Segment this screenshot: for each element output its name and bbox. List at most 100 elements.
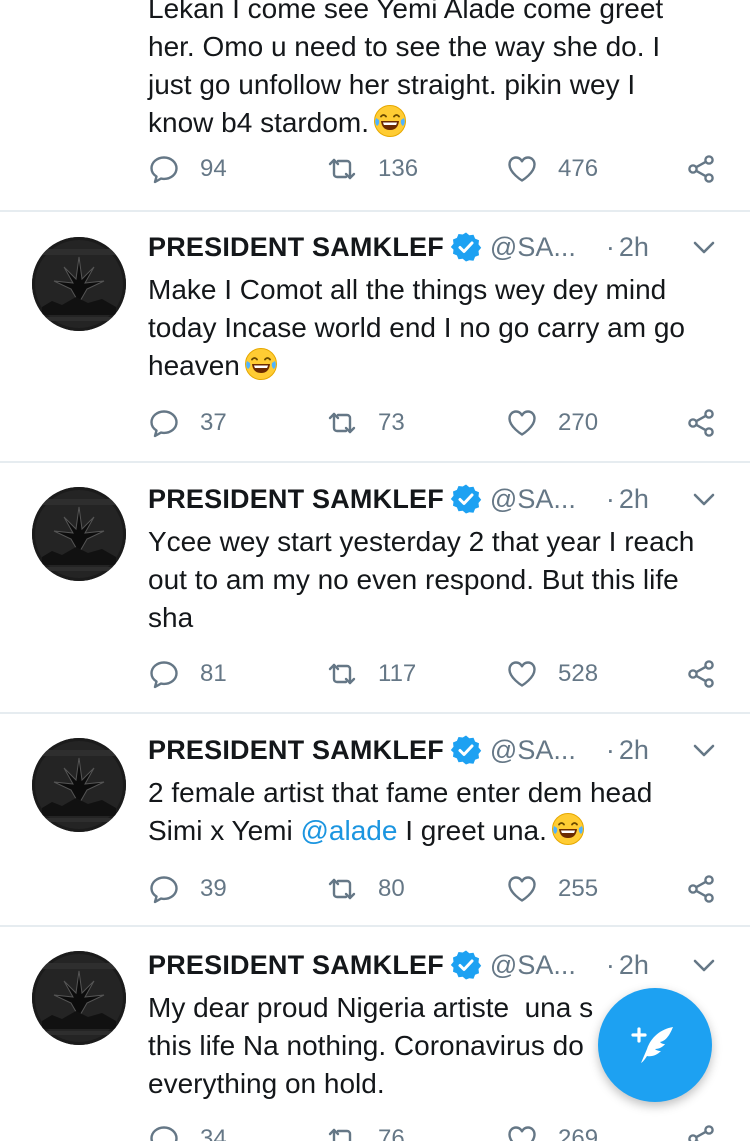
user-handle[interactable]: @SA... — [490, 950, 576, 981]
share-icon — [685, 658, 717, 690]
retweet-button[interactable]: 136 — [326, 149, 418, 189]
share-icon — [685, 407, 717, 439]
reply-bubble-icon — [148, 658, 180, 690]
retweet-icon — [326, 407, 358, 439]
share-button[interactable] — [685, 869, 717, 909]
user-handle[interactable]: @SA... — [490, 735, 576, 766]
display-name[interactable]: PRESIDENT SAMKLEF — [148, 232, 444, 263]
avatar[interactable] — [32, 237, 126, 331]
separator-dot: · — [605, 483, 615, 514]
share-button[interactable] — [685, 654, 717, 694]
heart-icon — [506, 873, 538, 905]
like-count: 270 — [558, 409, 599, 436]
retweet-button[interactable]: 117 — [326, 654, 416, 694]
retweet-icon — [326, 873, 358, 905]
verified-badge-icon — [450, 949, 482, 981]
retweet-count: 80 — [378, 875, 405, 902]
tweet-header: PRESIDENT SAMKLEF @SA... · 2h — [148, 945, 649, 985]
like-button[interactable]: 528 — [506, 654, 598, 694]
verified-badge-icon — [450, 734, 482, 766]
like-button[interactable]: 476 — [506, 149, 598, 189]
tweet-text: 2 female artist that fame enter dem head… — [148, 777, 653, 846]
user-handle[interactable]: @SA... — [490, 484, 576, 515]
reply-bubble-icon — [148, 873, 180, 905]
tears-of-joy-emoji-icon — [373, 104, 407, 138]
timestamp[interactable]: 2h — [619, 484, 649, 515]
share-icon — [685, 1123, 717, 1141]
like-count: 255 — [558, 875, 599, 902]
retweet-count: 136 — [378, 155, 419, 182]
heart-icon — [506, 407, 538, 439]
tweet-card[interactable]: Lekan I come see Yemi Alade come greet h… — [0, 0, 750, 212]
chevron-down-icon[interactable] — [690, 485, 718, 513]
retweet-button[interactable]: 80 — [326, 869, 405, 909]
tears-of-joy-emoji-icon — [551, 812, 585, 846]
heart-icon — [506, 1123, 538, 1141]
retweet-count: 117 — [378, 660, 417, 687]
timestamp[interactable]: 2h — [619, 950, 649, 981]
share-button[interactable] — [685, 149, 717, 189]
reply-count: 39 — [200, 875, 227, 902]
avatar[interactable] — [32, 487, 126, 581]
reply-button[interactable]: 39 — [148, 869, 227, 909]
tweet-actions: 37 73 270 — [148, 403, 728, 443]
retweet-icon — [326, 658, 358, 690]
retweet-icon — [326, 1123, 358, 1141]
compose-tweet-button[interactable] — [598, 988, 712, 1102]
timeline-feed[interactable]: Lekan I come see Yemi Alade come greet h… — [0, 0, 750, 1141]
retweet-button[interactable]: 76 — [326, 1119, 405, 1141]
retweet-count: 73 — [378, 409, 405, 436]
retweet-count: 76 — [378, 1125, 405, 1141]
tweet-actions: 34 76 269 — [148, 1119, 728, 1141]
tweet-text: Lekan I come see Yemi Alade come greet h… — [148, 0, 664, 138]
tweet-card[interactable]: PRESIDENT SAMKLEF @SA... · 2h Ycee wey s… — [0, 463, 750, 714]
reply-count: 94 — [200, 155, 227, 182]
tweet-text: Make I Comot all the things wey dey mind… — [148, 274, 685, 381]
tweet-text: Ycee wey start yesterday 2 that year I r… — [148, 526, 695, 633]
reply-bubble-icon — [148, 407, 180, 439]
like-count: 269 — [558, 1125, 599, 1141]
like-button[interactable]: 270 — [506, 403, 598, 443]
reply-bubble-icon — [148, 153, 180, 185]
separator-dot: · — [605, 734, 615, 765]
like-count: 476 — [558, 155, 599, 182]
share-button[interactable] — [685, 1119, 717, 1141]
heart-icon — [506, 658, 538, 690]
reply-count: 81 — [200, 660, 227, 687]
chevron-down-icon[interactable] — [690, 233, 718, 261]
chevron-down-icon[interactable] — [690, 951, 718, 979]
display-name[interactable]: PRESIDENT SAMKLEF — [148, 735, 444, 766]
share-icon — [685, 153, 717, 185]
avatar[interactable] — [32, 951, 126, 1045]
tweet-card[interactable]: PRESIDENT SAMKLEF @SA... · 2h 2 female a… — [0, 714, 750, 927]
tweet-card[interactable]: PRESIDENT SAMKLEF @SA... · 2h Make I Com… — [0, 211, 750, 463]
share-button[interactable] — [685, 403, 717, 443]
heart-icon — [506, 153, 538, 185]
compose-tweet-icon — [631, 1027, 673, 1063]
display-name[interactable]: PRESIDENT SAMKLEF — [148, 484, 444, 515]
reply-button[interactable]: 34 — [148, 1119, 227, 1141]
retweet-button[interactable]: 73 — [326, 403, 405, 443]
display-name[interactable]: PRESIDENT SAMKLEF — [148, 950, 444, 981]
share-icon — [685, 873, 717, 905]
reply-button[interactable]: 37 — [148, 403, 227, 443]
separator-dot: · — [605, 949, 615, 980]
reply-count: 37 — [200, 409, 227, 436]
tweet-header: PRESIDENT SAMKLEF @SA... · 2h — [148, 227, 649, 267]
reply-button[interactable]: 94 — [148, 149, 227, 189]
tears-of-joy-emoji-icon — [244, 347, 278, 381]
reply-bubble-icon — [148, 1123, 180, 1141]
timestamp[interactable]: 2h — [619, 232, 649, 263]
avatar[interactable] — [32, 738, 126, 832]
tweet-header: PRESIDENT SAMKLEF @SA... · 2h — [148, 730, 649, 770]
like-button[interactable]: 255 — [506, 869, 598, 909]
reply-button[interactable]: 81 — [148, 654, 227, 694]
like-button[interactable]: 269 — [506, 1119, 598, 1141]
verified-badge-icon — [450, 231, 482, 263]
chevron-down-icon[interactable] — [690, 736, 718, 764]
tweet-header: PRESIDENT SAMKLEF @SA... · 2h — [148, 479, 649, 519]
mention-link[interactable]: @alade — [301, 815, 398, 846]
reply-count: 34 — [200, 1125, 227, 1141]
timestamp[interactable]: 2h — [619, 735, 649, 766]
user-handle[interactable]: @SA... — [490, 232, 576, 263]
